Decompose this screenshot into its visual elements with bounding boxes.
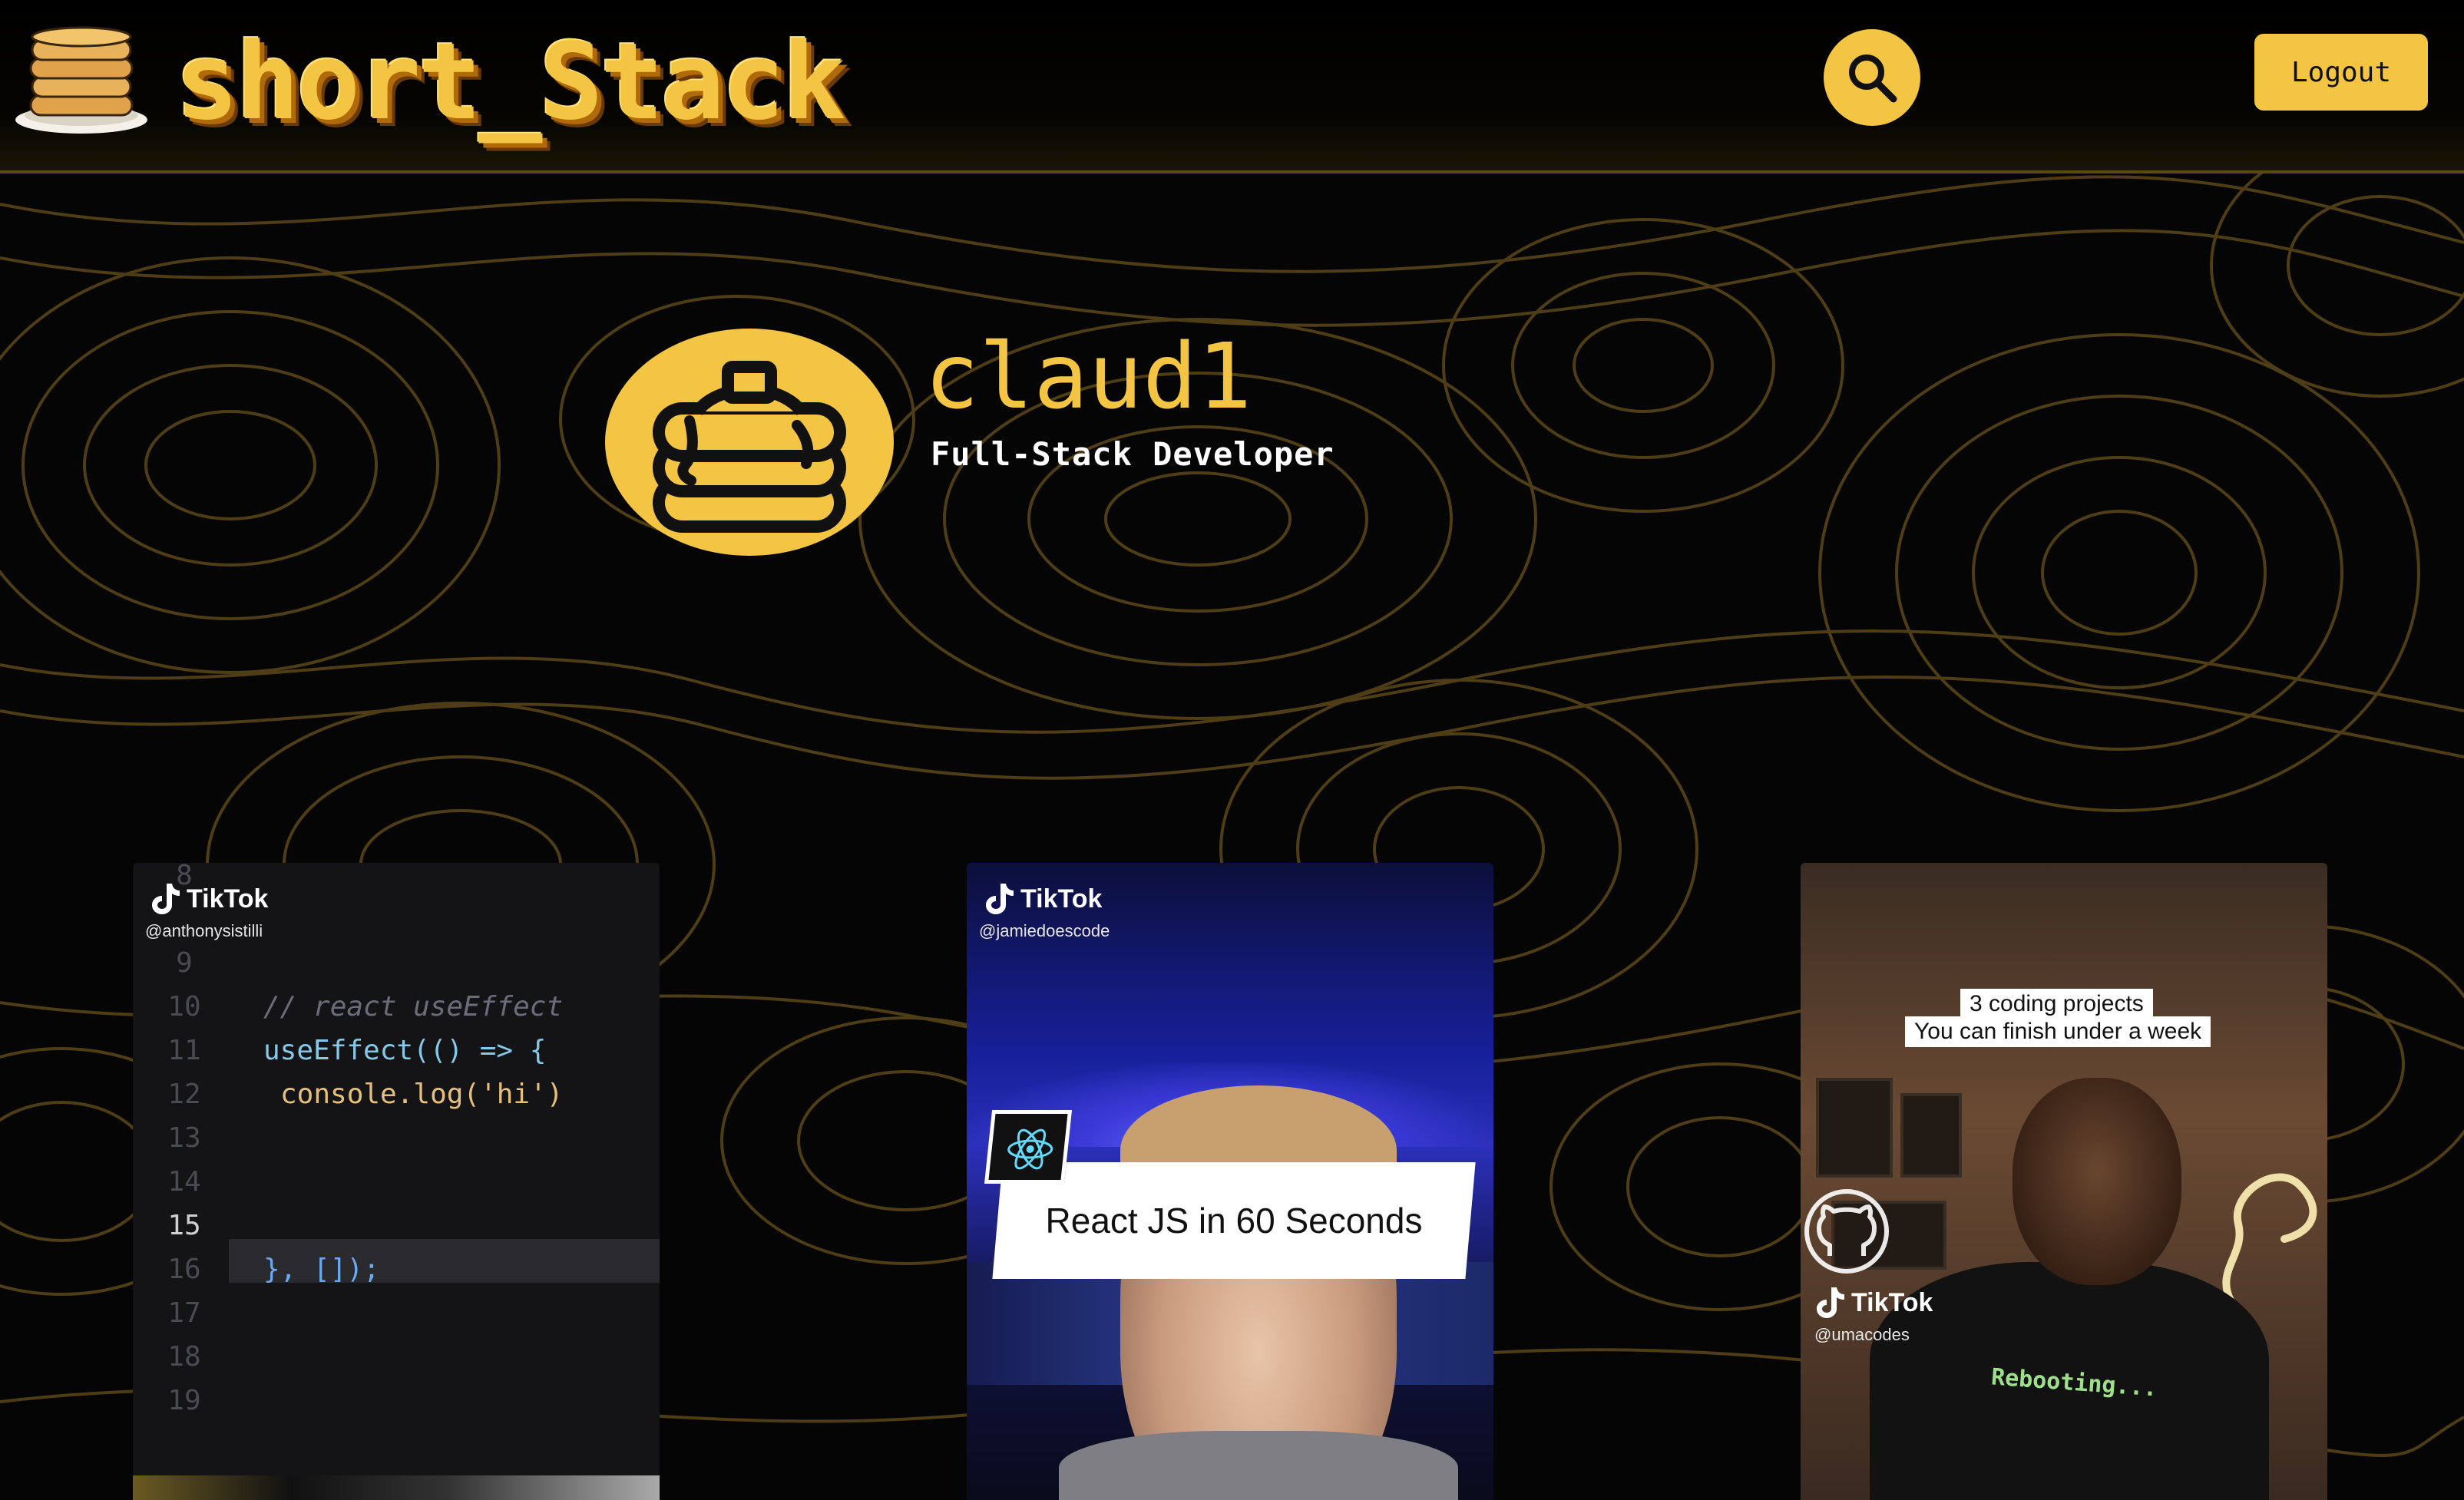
github-icon	[1804, 1189, 1889, 1274]
creator-handle: @umacodes	[1814, 1325, 1910, 1344]
pancake-avatar-icon	[653, 361, 846, 533]
line-number: 16	[167, 1254, 201, 1285]
line-number: 19	[167, 1385, 201, 1416]
line-number: 18	[167, 1341, 201, 1373]
tiktok-brand: TikTok	[150, 880, 268, 918]
video-card[interactable]: React JS in 60 Seconds TikTok @jamiedoes…	[967, 863, 1493, 1500]
caption-line-2: You can finish under a week	[1905, 1016, 2211, 1047]
line-number: 15	[167, 1210, 201, 1241]
top-navbar: short_Stack Logout	[0, 0, 2464, 173]
pancake-stack-logo-icon[interactable]	[14, 23, 149, 135]
wall-frame	[1816, 1078, 1893, 1178]
line-number: 10	[167, 991, 201, 1023]
presenter-hoodie	[1059, 1431, 1458, 1500]
tiktok-icon	[152, 884, 180, 914]
profile-avatar[interactable]	[605, 329, 894, 556]
line-number: 11	[167, 1035, 201, 1066]
tiktok-icon	[1817, 1287, 1844, 1318]
logout-button[interactable]: Logout	[2254, 34, 2428, 111]
line-number: 17	[167, 1297, 201, 1329]
next-frame-strip	[133, 1475, 660, 1500]
caption-line-1: 3 coding projects	[1960, 989, 2153, 1019]
profile-username: claud1	[924, 323, 1252, 429]
creator-handle: @anthonysistilli	[145, 921, 263, 940]
tiktok-label: TikTok	[187, 884, 269, 914]
video-card[interactable]: Rebooting... 3 coding projects You can f…	[1801, 863, 2327, 1500]
tiktok-brand: TikTok	[984, 880, 1102, 918]
react-icon	[1007, 1128, 1053, 1170]
search-button[interactable]	[1824, 29, 1920, 126]
line-number: 14	[167, 1166, 201, 1198]
profile-tagline: Full-Stack Developer	[931, 435, 1335, 473]
code-close-line: }, []);	[263, 1254, 380, 1285]
tiktok-icon	[986, 884, 1014, 914]
code-comment: // react useEffect	[263, 991, 564, 1023]
creator-handle: @jamiedoescode	[979, 921, 1110, 940]
wall-frame	[1900, 1093, 1962, 1178]
tiktok-label: TikTok	[1851, 1287, 1933, 1317]
line-number: 9	[176, 947, 193, 979]
search-icon	[1849, 55, 1897, 103]
line-number: 12	[167, 1079, 201, 1110]
video-title: React JS in 60 Seconds	[1045, 1201, 1423, 1241]
react-badge	[984, 1110, 1073, 1184]
presenter-face	[2013, 1078, 2181, 1285]
code-log-line: console.log('hi')	[280, 1079, 564, 1110]
video-card[interactable]: 8 9 10// react useEffect 11 useEffect(() …	[133, 863, 660, 1500]
code-hook-line: useEffect(() => {	[263, 1035, 547, 1066]
tiktok-label: TikTok	[1020, 884, 1103, 914]
site-logo-wordmark[interactable]: short_Stack	[175, 17, 846, 147]
line-number: 13	[167, 1122, 201, 1154]
tiktok-brand: TikTok	[1814, 1284, 1933, 1322]
